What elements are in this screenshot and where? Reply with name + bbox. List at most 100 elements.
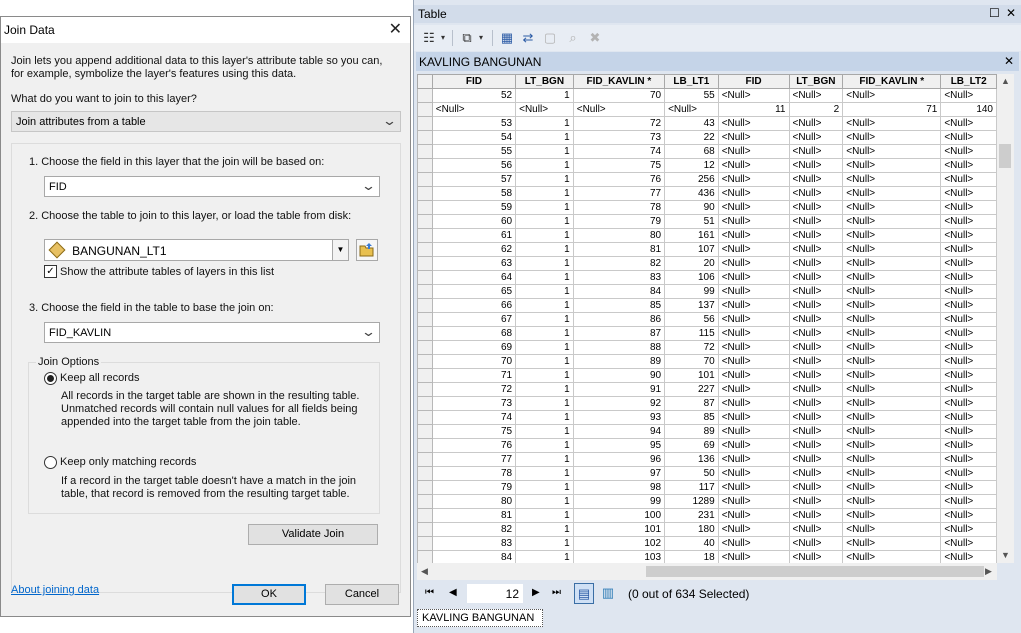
- table-cell[interactable]: <Null>: [940, 228, 997, 243]
- table-cell[interactable]: 67: [431, 312, 517, 327]
- table-cell[interactable]: <Null>: [842, 144, 942, 159]
- row-selector[interactable]: [417, 382, 433, 397]
- table-cell[interactable]: <Null>: [842, 466, 942, 481]
- table-cell[interactable]: <Null>: [572, 102, 666, 117]
- table-cell[interactable]: <Null>: [717, 396, 790, 411]
- table-cell[interactable]: <Null>: [842, 214, 942, 229]
- table-cell[interactable]: <Null>: [717, 424, 790, 439]
- table-cell[interactable]: 1: [515, 536, 574, 551]
- table-cell[interactable]: 1: [515, 270, 574, 285]
- table-cell[interactable]: <Null>: [842, 536, 942, 551]
- row-selector[interactable]: [417, 536, 433, 551]
- join-type-dropdown[interactable]: Join attributes from a table ⌄: [11, 111, 401, 132]
- table-cell[interactable]: 1: [515, 396, 574, 411]
- column-header[interactable]: LT_BGN: [788, 74, 844, 89]
- row-selector[interactable]: [417, 270, 433, 285]
- table-cell[interactable]: 77: [431, 452, 517, 467]
- table-cell[interactable]: 1: [515, 382, 574, 397]
- close-icon[interactable]: ✕: [1006, 6, 1016, 20]
- table-cell[interactable]: 54: [431, 130, 517, 145]
- next-record-icon[interactable]: ▶: [532, 587, 540, 598]
- show-selected-records-icon[interactable]: ▥: [598, 583, 618, 604]
- table-cell[interactable]: 115: [664, 326, 719, 341]
- table-cell[interactable]: 1: [515, 480, 574, 495]
- table-cell[interactable]: <Null>: [788, 130, 844, 145]
- table-cell[interactable]: 70: [664, 354, 719, 369]
- join-field-dropdown[interactable]: FID_KAVLIN ⌄: [44, 322, 380, 343]
- table-cell[interactable]: 91: [572, 382, 666, 397]
- row-selector[interactable]: [417, 284, 433, 299]
- table-row[interactable]: 74 1 93 85 <Null> <Null> <Null> <Null>: [417, 410, 997, 425]
- table-cell[interactable]: <Null>: [940, 410, 997, 425]
- table-cell[interactable]: <Null>: [788, 522, 844, 537]
- table-cell[interactable]: <Null>: [717, 312, 790, 327]
- table-cell[interactable]: 50: [664, 466, 719, 481]
- show-all-records-icon[interactable]: ▤: [574, 583, 594, 604]
- table-cell[interactable]: <Null>: [788, 466, 844, 481]
- table-cell[interactable]: 101: [572, 522, 666, 537]
- layer-field-dropdown[interactable]: FID ⌄: [44, 176, 380, 197]
- table-cell[interactable]: <Null>: [940, 214, 997, 229]
- table-cell[interactable]: <Null>: [842, 424, 942, 439]
- select-by-attributes-icon[interactable]: ▦: [498, 29, 516, 47]
- validate-join-button[interactable]: Validate Join: [248, 524, 378, 545]
- table-cell[interactable]: 85: [664, 410, 719, 425]
- table-cell[interactable]: <Null>: [717, 172, 790, 187]
- table-cell[interactable]: <Null>: [788, 88, 844, 103]
- table-cell[interactable]: 1: [515, 186, 574, 201]
- table-cell[interactable]: 1289: [664, 494, 719, 509]
- table-cell[interactable]: <Null>: [940, 116, 997, 131]
- table-cell[interactable]: 78: [572, 200, 666, 215]
- table-cell[interactable]: 66: [431, 298, 517, 313]
- table-row[interactable]: 56 1 75 12 <Null> <Null> <Null> <Null>: [417, 158, 997, 173]
- table-cell[interactable]: <Null>: [788, 200, 844, 215]
- table-cell[interactable]: 1: [515, 172, 574, 187]
- table-cell[interactable]: <Null>: [717, 326, 790, 341]
- table-cell[interactable]: 86: [572, 312, 666, 327]
- table-cell[interactable]: <Null>: [940, 382, 997, 397]
- table-row[interactable]: 65 1 84 99 <Null> <Null> <Null> <Null>: [417, 284, 997, 299]
- table-cell[interactable]: 1: [515, 340, 574, 355]
- table-cell[interactable]: 180: [664, 522, 719, 537]
- table-cell[interactable]: <Null>: [717, 88, 790, 103]
- table-cell[interactable]: <Null>: [717, 354, 790, 369]
- table-row[interactable]: 81 1 100 231 <Null> <Null> <Null> <Null>: [417, 508, 997, 523]
- column-header[interactable]: LT_BGN: [515, 74, 574, 89]
- table-cell[interactable]: 97: [572, 466, 666, 481]
- table-cell[interactable]: 1: [515, 508, 574, 523]
- horizontal-scroll-thumb[interactable]: [646, 566, 984, 577]
- row-selector[interactable]: [417, 102, 433, 117]
- table-cell[interactable]: 100: [572, 508, 666, 523]
- table-cell[interactable]: <Null>: [788, 298, 844, 313]
- table-cell[interactable]: 137: [664, 298, 719, 313]
- table-row[interactable]: 63 1 82 20 <Null> <Null> <Null> <Null>: [417, 256, 997, 271]
- scroll-right-icon[interactable]: ▶: [985, 566, 992, 577]
- table-cell[interactable]: <Null>: [842, 340, 942, 355]
- table-cell[interactable]: 63: [431, 256, 517, 271]
- table-cell[interactable]: 98: [572, 480, 666, 495]
- table-cell[interactable]: <Null>: [788, 228, 844, 243]
- table-cell[interactable]: 1: [515, 494, 574, 509]
- table-row[interactable]: 68 1 87 115 <Null> <Null> <Null> <Null>: [417, 326, 997, 341]
- column-header[interactable]: FID: [717, 74, 790, 89]
- table-cell[interactable]: 12: [664, 158, 719, 173]
- table-cell[interactable]: <Null>: [717, 144, 790, 159]
- column-header[interactable]: FID_KAVLIN *: [842, 74, 942, 89]
- table-cell[interactable]: 89: [572, 354, 666, 369]
- table-cell[interactable]: 87: [664, 396, 719, 411]
- table-cell[interactable]: 74: [431, 410, 517, 425]
- restore-icon[interactable]: ☐: [989, 6, 1000, 20]
- table-cell[interactable]: 1: [515, 130, 574, 145]
- table-cell[interactable]: <Null>: [940, 508, 997, 523]
- table-cell[interactable]: 95: [572, 438, 666, 453]
- table-cell[interactable]: <Null>: [717, 382, 790, 397]
- table-cell[interactable]: <Null>: [788, 382, 844, 397]
- table-cell[interactable]: <Null>: [842, 480, 942, 495]
- table-cell[interactable]: 76: [572, 172, 666, 187]
- table-cell[interactable]: 1: [515, 88, 574, 103]
- table-cell[interactable]: 1: [515, 410, 574, 425]
- row-selector[interactable]: [417, 424, 433, 439]
- row-selector[interactable]: [417, 298, 433, 313]
- table-cell[interactable]: <Null>: [788, 508, 844, 523]
- table-cell[interactable]: 73: [572, 130, 666, 145]
